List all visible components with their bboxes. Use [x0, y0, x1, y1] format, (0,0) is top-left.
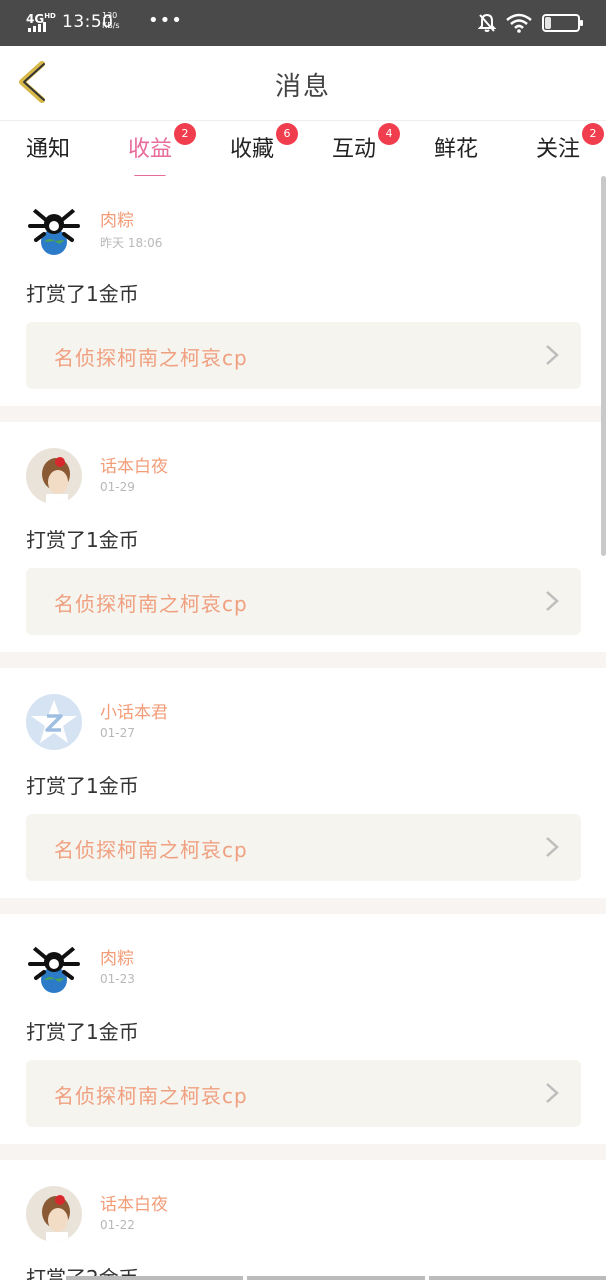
tab-label: 通知: [25, 137, 70, 162]
unread-badge: 6: [276, 123, 298, 145]
app-logo-avatar-icon: [26, 694, 82, 750]
battery-icon: 18: [542, 14, 583, 32]
avatar[interactable]: [26, 202, 82, 258]
story-title: 名侦探柯南之柯哀cp: [54, 346, 248, 370]
tab-notice[interactable]: 通知: [8, 131, 88, 163]
sender-name[interactable]: 话本白夜: [100, 452, 168, 477]
bell-off-icon: [478, 13, 496, 32]
story-title: 名侦探柯南之柯哀cp: [54, 592, 248, 616]
pirate-avatar-icon: [26, 202, 82, 258]
message-text: 打赏了1金币: [26, 774, 139, 798]
sender-name[interactable]: 小话本君: [100, 698, 168, 723]
story-link[interactable]: 名侦探柯南之柯哀cp: [26, 1060, 581, 1127]
status-bar: 4GHD 13:50 130 KB/s ••• 18: [0, 0, 606, 46]
tab-label: 收藏: [229, 137, 274, 162]
avatar[interactable]: [26, 940, 82, 996]
story-link[interactable]: 名侦探柯南之柯哀cp: [26, 814, 581, 881]
list-item: 话本白夜 01-22 打赏了2金币: [0, 1160, 606, 1280]
sender-name[interactable]: 肉粽: [100, 206, 134, 231]
sender-name[interactable]: 话本白夜: [100, 1190, 168, 1215]
chevron-right-icon: [546, 1083, 559, 1103]
nav-bar: 消息: [0, 46, 606, 120]
avatar[interactable]: [26, 694, 82, 750]
more-notifications-icon: •••: [148, 10, 183, 31]
message-text: 打赏了1金币: [26, 528, 139, 552]
divider: [0, 406, 606, 422]
story-link[interactable]: 名侦探柯南之柯哀cp: [26, 322, 581, 389]
scrollbar[interactable]: [601, 176, 606, 556]
list-item: 肉粽 昨天 18:06 打赏了1金币 名侦探柯南之柯哀cp: [0, 176, 606, 406]
unread-badge: 2: [582, 123, 604, 145]
tab-earnings[interactable]: 收益 2: [110, 123, 196, 178]
story-title: 名侦探柯南之柯哀cp: [54, 1084, 248, 1108]
unread-badge: 2: [174, 123, 196, 145]
list-item: 小话本君 01-27 打赏了1金币 名侦探柯南之柯哀cp: [0, 668, 606, 898]
divider: [0, 652, 606, 668]
chevron-right-icon: [546, 591, 559, 611]
list-item: 肉粽 01-23 打赏了1金币 名侦探柯南之柯哀cp: [0, 914, 606, 1144]
bottom-edge-strip: [66, 1276, 606, 1280]
tab-label: 收益: [127, 137, 172, 162]
network-speed: 130 KB/s: [102, 11, 120, 30]
unread-badge: 4: [378, 123, 400, 145]
avatar[interactable]: [26, 448, 82, 504]
divider: [0, 1144, 606, 1160]
message-time: 01-22: [100, 1218, 135, 1232]
tab-label: 鲜花: [433, 137, 478, 162]
tab-bar: 通知 收益 2 收藏 6 互动 4 鲜花 关注 2: [0, 120, 606, 178]
tab-label: 关注: [535, 137, 580, 162]
tab-interactions[interactable]: 互动 4: [314, 123, 400, 163]
girl-avatar-icon: [26, 1186, 82, 1242]
message-text: 打赏了1金币: [26, 1020, 139, 1044]
avatar[interactable]: [26, 1186, 82, 1242]
page-title: 消息: [274, 72, 331, 102]
tab-flowers[interactable]: 鲜花: [416, 131, 496, 163]
signal-icon: [28, 22, 46, 32]
message-time: 01-27: [100, 726, 135, 740]
message-text: 打赏了1金币: [26, 282, 139, 306]
message-time: 01-23: [100, 972, 135, 986]
tab-follows[interactable]: 关注 2: [518, 123, 604, 163]
tab-label: 互动: [331, 137, 376, 162]
chevron-right-icon: [546, 345, 559, 365]
wifi-icon: [506, 13, 532, 33]
sender-name[interactable]: 肉粽: [100, 944, 134, 969]
pirate-avatar-icon: [26, 940, 82, 996]
story-link[interactable]: 名侦探柯南之柯哀cp: [26, 568, 581, 635]
message-time: 昨天 18:06: [100, 236, 163, 250]
story-title: 名侦探柯南之柯哀cp: [54, 838, 248, 862]
chevron-right-icon: [546, 837, 559, 857]
divider: [0, 898, 606, 914]
tab-favorites[interactable]: 收藏 6: [212, 123, 298, 163]
girl-avatar-icon: [26, 448, 82, 504]
message-time: 01-29: [100, 480, 135, 494]
list-item: 话本白夜 01-29 打赏了1金币 名侦探柯南之柯哀cp: [0, 422, 606, 652]
